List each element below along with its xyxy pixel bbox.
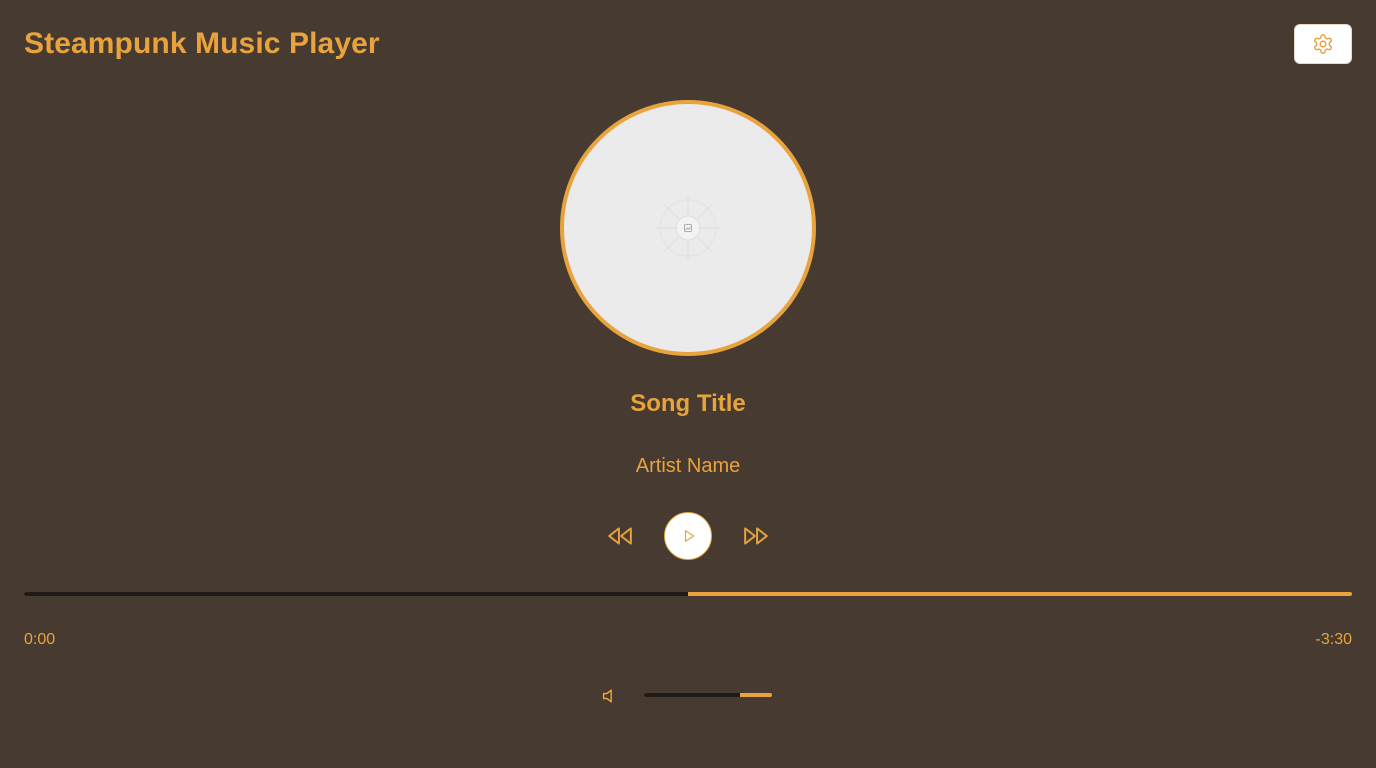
settings-button[interactable] bbox=[1294, 24, 1352, 64]
music-player-app: Steampunk Music Player Song Title Artist… bbox=[0, 0, 1376, 768]
fast-forward-button[interactable] bbox=[740, 520, 772, 552]
artist-name: Artist Name bbox=[635, 455, 741, 477]
time-elapsed: 0:00 bbox=[24, 631, 56, 648]
rewind-icon bbox=[607, 523, 633, 549]
rewind-button[interactable] bbox=[604, 520, 636, 552]
app-title: Steampunk Music Player bbox=[24, 27, 380, 60]
song-title: Song Title bbox=[630, 390, 746, 417]
volume-slider[interactable] bbox=[644, 693, 772, 697]
progress-slider[interactable] bbox=[24, 592, 1352, 596]
play-icon bbox=[682, 529, 696, 543]
mute-button[interactable] bbox=[600, 684, 624, 708]
speaker-icon bbox=[602, 686, 622, 706]
fast-forward-icon bbox=[743, 523, 769, 549]
album-art-disc bbox=[560, 100, 816, 356]
time-remaining: -3:30 bbox=[1315, 631, 1352, 648]
gear-icon bbox=[1312, 33, 1334, 55]
play-button[interactable] bbox=[664, 512, 712, 560]
progress-played bbox=[24, 592, 688, 596]
volume-level bbox=[644, 693, 740, 697]
